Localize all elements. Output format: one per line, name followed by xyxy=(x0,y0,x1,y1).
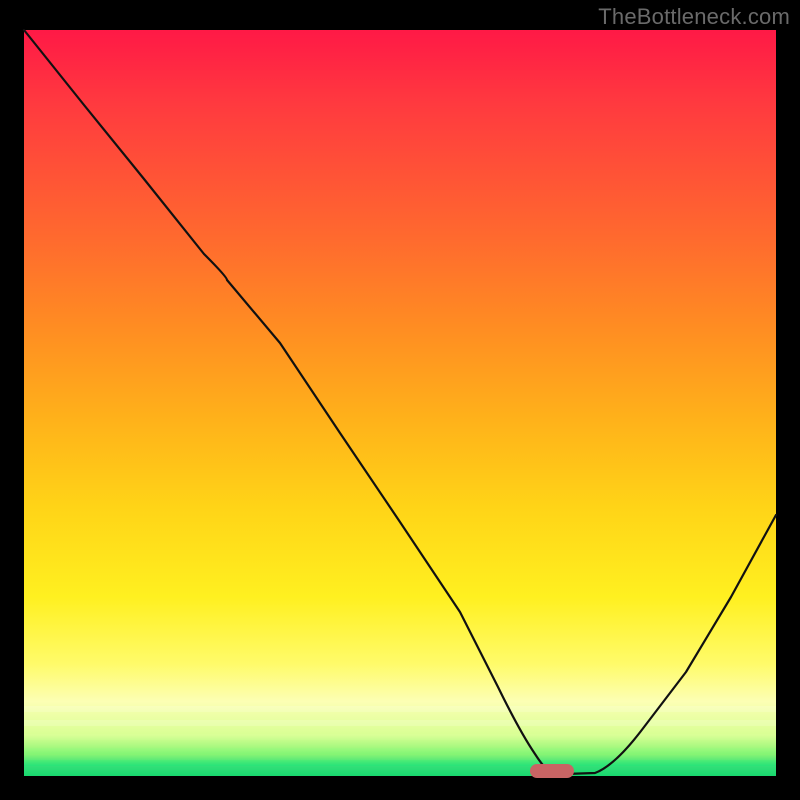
watermark-text: TheBottleneck.com xyxy=(598,4,790,30)
bottleneck-curve xyxy=(24,30,776,774)
curve-layer xyxy=(24,30,776,776)
plot-area xyxy=(24,30,776,776)
optimum-marker xyxy=(530,764,574,778)
chart-frame: TheBottleneck.com xyxy=(0,0,800,800)
